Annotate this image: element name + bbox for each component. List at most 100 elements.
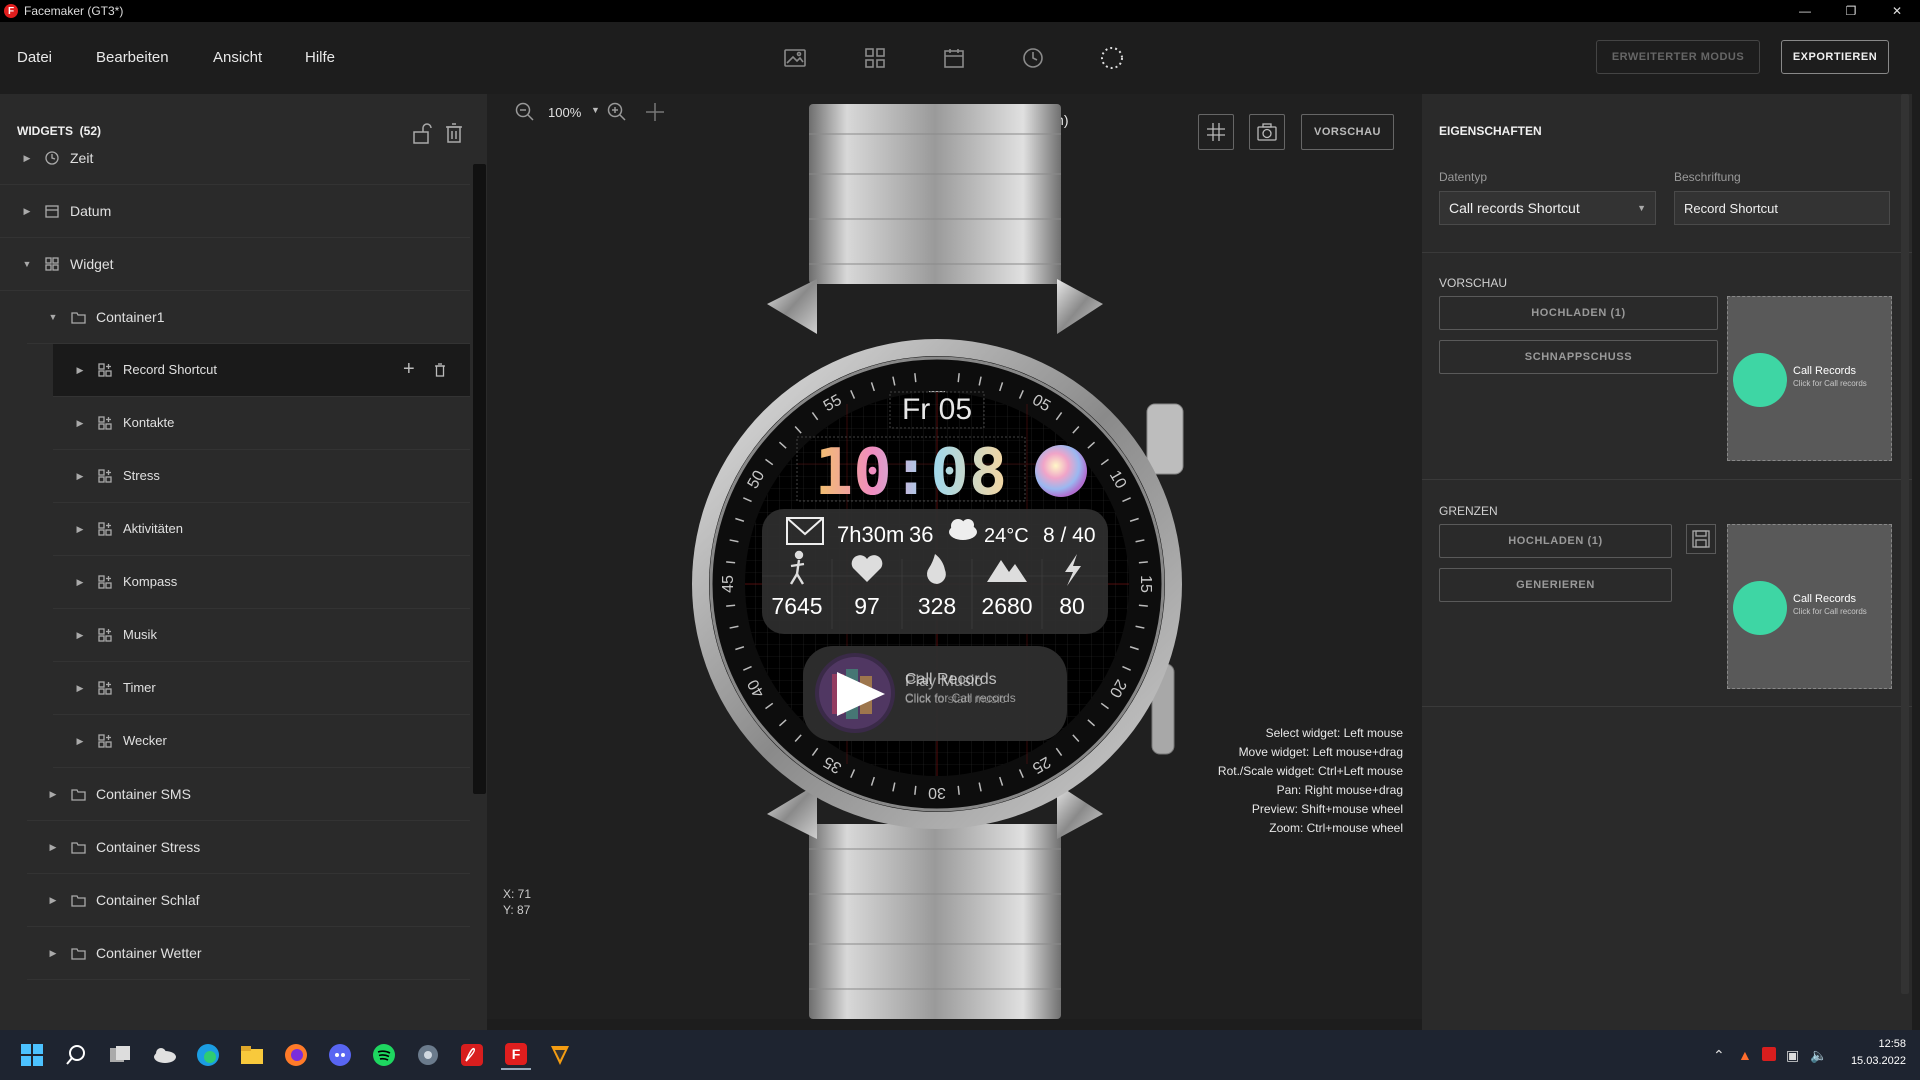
widget-icon — [97, 362, 113, 378]
loading-circle-icon[interactable] — [1097, 44, 1127, 72]
widget-icon — [97, 627, 113, 643]
zoom-dropdown-arrow[interactable]: ▼ — [591, 105, 600, 115]
bounds-card-sub: Click for Call records — [1793, 607, 1867, 616]
tree-item-record-shortcut[interactable]: ▶ Record Shortcut + — [53, 344, 470, 397]
chevron-right-icon[interactable]: ▶ — [75, 418, 85, 428]
grid-icon[interactable] — [860, 44, 890, 72]
onedrive-icon[interactable] — [149, 1040, 179, 1070]
tray-chevron-up-icon[interactable]: ⌃ — [1713, 1047, 1725, 1064]
zoom-out-icon[interactable] — [515, 102, 535, 122]
minimize-button[interactable]: — — [1782, 0, 1828, 22]
window-title: Facemaker (GT3*) — [24, 4, 124, 18]
edge-icon[interactable] — [193, 1040, 223, 1070]
music-sub-play: Click to start music — [905, 692, 1006, 706]
tree-item-stress[interactable]: ▶ Stress — [53, 450, 470, 503]
generate-button[interactable]: GENERIEREN — [1439, 568, 1672, 602]
tree-item-label: Datum — [70, 203, 112, 219]
tree-item-kompass[interactable]: ▶ Kompass — [53, 556, 470, 609]
caption-input[interactable]: Record Shortcut — [1674, 191, 1890, 225]
chevron-down-icon[interactable]: ▼ — [48, 312, 58, 322]
settings-icon[interactable] — [413, 1040, 443, 1070]
image-icon[interactable] — [780, 44, 810, 72]
tree-item-datum[interactable]: ▶ Datum — [0, 185, 470, 238]
spotify-icon[interactable] — [369, 1040, 399, 1070]
folder-icon — [70, 892, 86, 908]
snapshot-capture-button[interactable]: SCHNAPPSCHUSS — [1439, 340, 1718, 374]
tray-volume-icon[interactable]: 🔈 — [1810, 1047, 1827, 1064]
chevron-right-icon[interactable]: ▶ — [75, 736, 85, 746]
help-hints: Select widget: Left mouse Move widget: L… — [1027, 726, 1403, 835]
menu-ansicht[interactable]: Ansicht — [213, 49, 262, 66]
bezel-tick — [1138, 604, 1148, 607]
delete-icon[interactable] — [434, 363, 446, 382]
facemaker-icon[interactable]: F — [501, 1040, 531, 1070]
menu-datei[interactable]: Datei — [17, 49, 52, 66]
save-bounds-button[interactable] — [1686, 524, 1716, 554]
preview-upload-button[interactable]: HOCHLADEN (1) — [1439, 296, 1718, 330]
chevron-right-icon[interactable]: ▶ — [75, 524, 85, 534]
folder-icon — [70, 309, 86, 325]
chevron-down-icon[interactable]: ▼ — [22, 259, 32, 269]
tray-speaker-alert-icon[interactable]: ▲ — [1738, 1047, 1752, 1063]
tree-item-kontakte[interactable]: ▶ Kontakte — [53, 397, 470, 450]
chevron-right-icon[interactable]: ▶ — [22, 153, 32, 163]
menu-bearbeiten[interactable]: Bearbeiten — [96, 49, 169, 66]
chevron-right-icon[interactable]: ▶ — [48, 948, 58, 958]
chevron-right-icon[interactable]: ▶ — [48, 895, 58, 905]
restore-button[interactable]: ❐ — [1828, 0, 1874, 22]
design-canvas[interactable]: 100% ▼ Huawei Watch GT3 (46mm) 46mm, 466… — [487, 94, 1422, 1019]
add-icon[interactable]: + — [403, 358, 415, 381]
clock-icon[interactable] — [1018, 44, 1048, 72]
properties-scrollbar[interactable] — [1901, 94, 1909, 994]
tray-network-icon[interactable]: ▣ — [1786, 1047, 1799, 1064]
bezel-tick — [914, 785, 917, 795]
firefox-icon[interactable] — [281, 1040, 311, 1070]
chevron-right-icon[interactable]: ▶ — [75, 683, 85, 693]
tree-item-container-schlaf[interactable]: ▶ Container Schlaf — [27, 874, 470, 927]
search-icon[interactable] — [61, 1040, 91, 1070]
clock-time[interactable]: 12:58 — [1870, 1038, 1906, 1050]
advanced-mode-button[interactable]: ERWEITERTER MODUS — [1596, 40, 1760, 74]
tree-item-zeit[interactable]: ▶ Zeit — [0, 132, 470, 185]
tree-item-wecker[interactable]: ▶ Wecker — [53, 715, 470, 768]
caption-label: Beschriftung — [1674, 170, 1741, 184]
call-records-icon — [1733, 581, 1787, 635]
zoom-in-icon[interactable] — [607, 102, 627, 122]
tree-scrollbar[interactable] — [473, 164, 486, 794]
tree-item-container-stress[interactable]: ▶ Container Stress — [27, 821, 470, 874]
file-explorer-icon[interactable] — [237, 1040, 267, 1070]
bounds-image-box[interactable]: Call Records Click for Call records — [1727, 524, 1892, 689]
tree-item-container-wetter[interactable]: ▶ Container Wetter — [27, 927, 470, 980]
tree-item-container-sms[interactable]: ▶ Container SMS — [27, 768, 470, 821]
zoom-level[interactable]: 100% — [548, 105, 581, 120]
acrobat-icon[interactable] — [457, 1040, 487, 1070]
preview-button[interactable]: VORSCHAU — [1301, 114, 1394, 150]
tree-item-musik[interactable]: ▶ Musik — [53, 609, 470, 662]
clock-date[interactable]: 15.03.2022 — [1843, 1055, 1906, 1067]
menu-hilfe[interactable]: Hilfe — [305, 49, 335, 66]
tree-item-aktivitäten[interactable]: ▶ Aktivitäten — [53, 503, 470, 556]
tray-acrobat-icon[interactable] — [1762, 1047, 1776, 1061]
chevron-right-icon[interactable]: ▶ — [75, 630, 85, 640]
chevron-right-icon[interactable]: ▶ — [48, 842, 58, 852]
chevron-right-icon[interactable]: ▶ — [48, 789, 58, 799]
calendar-icon[interactable] — [939, 44, 969, 72]
chevron-right-icon[interactable]: ▶ — [75, 577, 85, 587]
export-button[interactable]: EXPORTIEREN — [1781, 40, 1889, 74]
tree-item-widget[interactable]: ▼ Widget — [0, 238, 470, 291]
watch-preview[interactable]: 0510152025303540455055 Fr 05 10:08 7h30m… — [647, 104, 1257, 1019]
vlc-icon[interactable] — [545, 1040, 575, 1070]
tree-item-container1[interactable]: ▼ Container1 — [27, 291, 470, 344]
chevron-right-icon[interactable]: ▶ — [22, 206, 32, 216]
preview-image-box[interactable]: Call Records Click for Call records — [1727, 296, 1892, 461]
task-view-icon[interactable] — [105, 1040, 135, 1070]
bounds-upload-button[interactable]: HOCHLADEN (1) — [1439, 524, 1672, 558]
chevron-right-icon[interactable]: ▶ — [75, 365, 85, 375]
chevron-right-icon[interactable]: ▶ — [75, 471, 85, 481]
windows-start-icon[interactable] — [17, 1040, 47, 1070]
svg-text:F: F — [512, 1046, 521, 1062]
close-button[interactable]: ✕ — [1874, 0, 1920, 22]
datatype-select[interactable]: Call records Shortcut ▼ — [1439, 191, 1656, 225]
tree-item-timer[interactable]: ▶ Timer — [53, 662, 470, 715]
discord-icon[interactable] — [325, 1040, 355, 1070]
